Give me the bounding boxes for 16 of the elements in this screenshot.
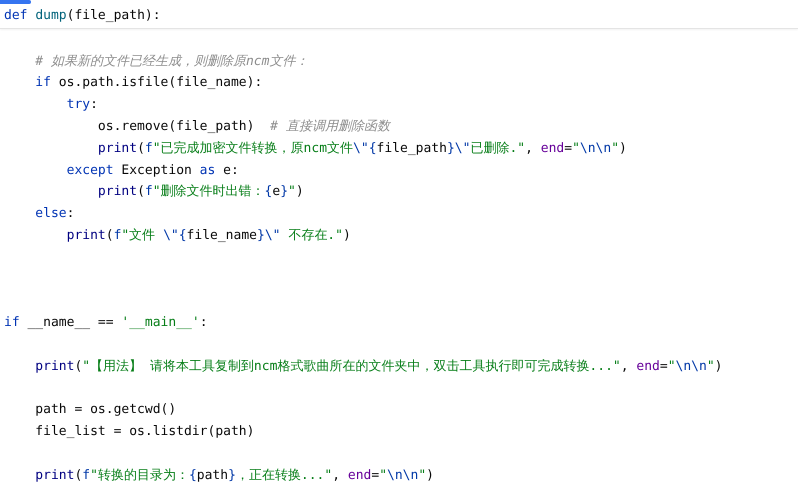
code-line: if os.path.isfile(file_name):	[34, 74, 262, 92]
code-line: def dump(file_path):	[3, 7, 161, 25]
code-line: print(f"删除文件时出错：{e}")	[96, 183, 304, 202]
code-line: print(f"文件 \"{file_name}\" 不存在.")	[66, 227, 351, 246]
code-line: else:	[34, 205, 74, 224]
active-tab-indicator	[0, 0, 31, 4]
code-line: try:	[66, 96, 98, 114]
code-line: if __name__ == '__main__':	[3, 314, 208, 332]
code-line: print(f"转换的目录为：{path}，正在转换...", end="\n\n")	[34, 466, 434, 485]
code-line: except Exception as e:	[66, 162, 239, 180]
code-line: os.remove(file_path) # 直接调用删除函数	[96, 118, 390, 136]
code-line: file_list = os.listdir(path)	[34, 423, 254, 442]
code-line: path = os.getcwd()	[34, 401, 176, 420]
code-line: print(f"已完成加密文件转换，原ncm文件\"{file_path}\"已删除.", end="\n\n")	[96, 140, 627, 158]
code-line: # 如果新的文件已经生成，则删除原ncm文件：	[34, 52, 308, 71]
code-line: print("【用法】 请将本工具复制到ncm格式歌曲所在的文件夹中，双击工具执行即可完成转换...", end="\n\n")	[34, 358, 722, 376]
